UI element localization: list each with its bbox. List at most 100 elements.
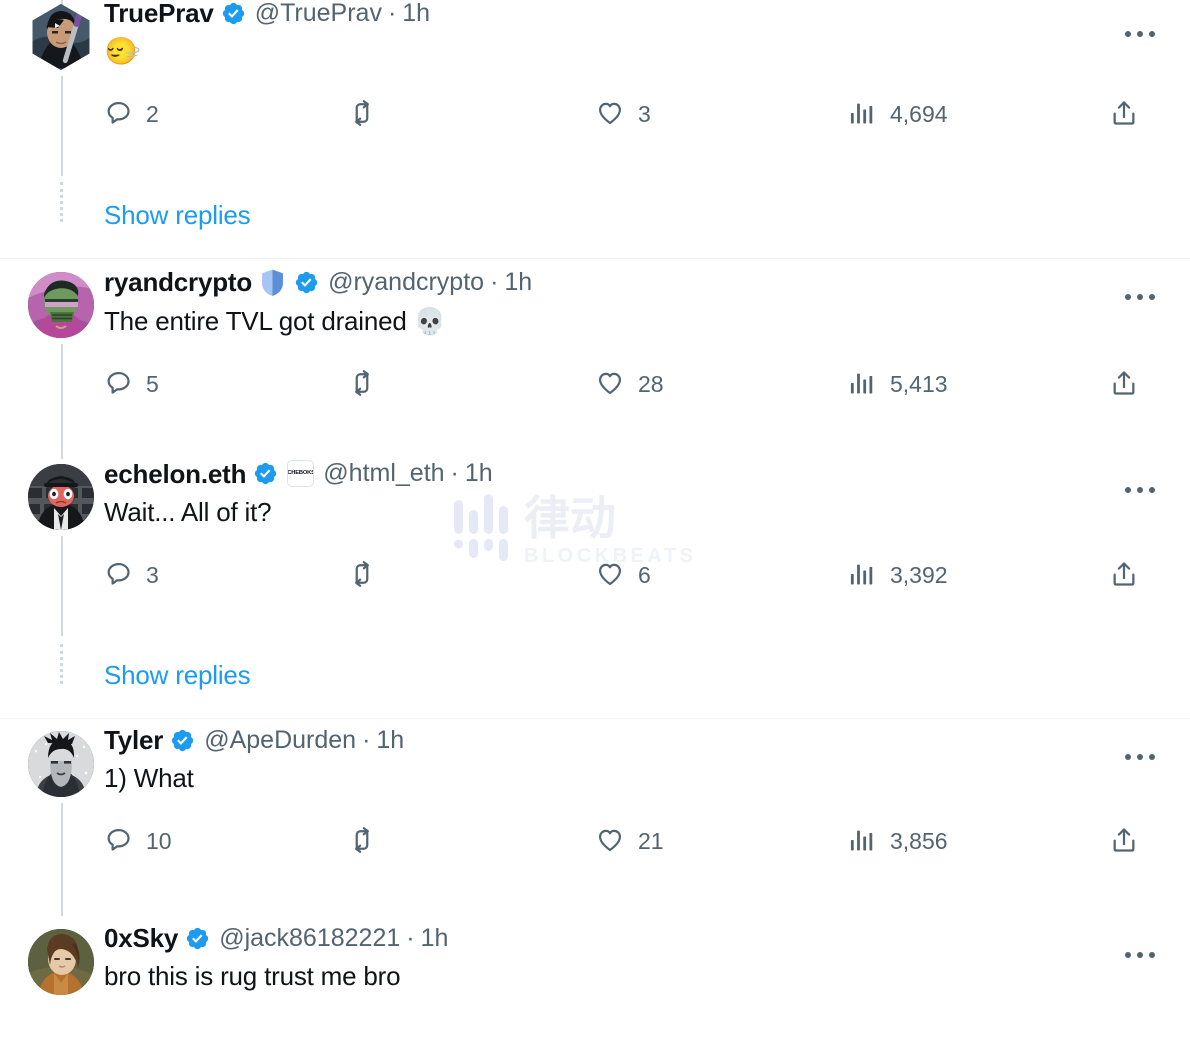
- timestamp[interactable]: 1h: [504, 269, 532, 295]
- tweet-actions: 10 21 3,856: [104, 817, 1135, 863]
- handle[interactable]: @ryandcrypto: [328, 269, 484, 295]
- tweet-ryandcrypto[interactable]: ryandcrypto @ryandcrypto · 1h The entire…: [0, 258, 1190, 459]
- display-name[interactable]: 0xSky: [104, 925, 178, 951]
- handle[interactable]: @TruePrav: [255, 0, 382, 26]
- show-replies-link[interactable]: Show replies: [104, 656, 251, 718]
- reply-icon: [104, 369, 132, 397]
- avatar[interactable]: [28, 929, 94, 995]
- timestamp[interactable]: 1h: [465, 461, 493, 486]
- ellipsis-icon: [1125, 754, 1155, 760]
- like-count: 3: [638, 100, 651, 127]
- like-count: 21: [638, 827, 664, 854]
- tweet-trueprav[interactable]: TruePrav @TruePrav · 1h 🙂‍↔️ 2: [0, 0, 1190, 222]
- display-name[interactable]: Tyler: [104, 727, 163, 753]
- share-button[interactable]: [1098, 99, 1138, 127]
- avatar[interactable]: [28, 464, 94, 530]
- share-button[interactable]: [1098, 369, 1138, 397]
- reply-icon: [104, 560, 132, 588]
- thread-gutter: [28, 719, 104, 916]
- verified-badge-icon: [185, 926, 210, 951]
- tweet-text: bro this is rug trust me bro: [104, 961, 401, 991]
- retweet-button[interactable]: [348, 560, 596, 588]
- avatar[interactable]: [28, 272, 94, 338]
- avatar[interactable]: [28, 731, 94, 797]
- header-separator-dot: ·: [362, 725, 371, 754]
- display-name[interactable]: ryandcrypto: [104, 269, 252, 295]
- thread-line-below: [61, 536, 63, 636]
- reply-button[interactable]: 10: [104, 826, 348, 854]
- like-heart-icon: [596, 826, 624, 854]
- timestamp[interactable]: 1h: [376, 727, 404, 753]
- thread-gutter: [28, 196, 104, 258]
- tweet-header: ryandcrypto @ryandcrypto · 1h: [104, 268, 1170, 296]
- share-upload-icon: [1110, 369, 1138, 397]
- share-button[interactable]: [1098, 826, 1138, 854]
- show-replies-link[interactable]: Show replies: [104, 196, 251, 258]
- like-button[interactable]: 28: [596, 369, 848, 397]
- affiliate-badge-text: CHEBOKS: [287, 469, 315, 476]
- tweet-0xsky[interactable]: 0xSky @jack86182221 · 1h bro this is rug…: [0, 915, 1190, 1025]
- tweet-text: Wait... All of it?: [104, 497, 272, 527]
- show-replies-row-trueprav[interactable]: Show replies: [0, 196, 1190, 258]
- reply-count: 5: [146, 370, 159, 397]
- like-button[interactable]: 21: [596, 826, 848, 854]
- handle[interactable]: @jack86182221: [219, 925, 400, 951]
- retweet-button[interactable]: [348, 826, 596, 854]
- display-name[interactable]: TruePrav: [104, 0, 214, 26]
- share-button[interactable]: [1098, 560, 1138, 588]
- tweet-body: echelon.eth CHEBOKS @html_eth · 1h Wait.…: [104, 458, 1170, 656]
- thread-feed: 律动 BLOCKBEATS: [0, 0, 1190, 1025]
- views-bar-chart-icon: [848, 826, 876, 854]
- more-options-button[interactable]: [1118, 737, 1162, 777]
- views-count: 3,392: [890, 561, 948, 588]
- tweet-body: ryandcrypto @ryandcrypto · 1h The entire…: [104, 259, 1170, 458]
- tweet-echelon-eth[interactable]: echelon.eth CHEBOKS @html_eth · 1h Wait.…: [0, 458, 1190, 684]
- reply-count: 3: [146, 561, 159, 588]
- tweet-body: Tyler @ApeDurden · 1h 1) What 10 21 3,85…: [104, 719, 1170, 915]
- retweet-button[interactable]: [348, 99, 596, 127]
- thread-line-below: [61, 76, 63, 176]
- views-count: 4,694: [890, 100, 948, 127]
- tweet-body: TruePrav @TruePrav · 1h 🙂‍↔️ 2: [104, 0, 1170, 196]
- views-count: 5,413: [890, 370, 948, 397]
- reply-button[interactable]: 2: [104, 99, 348, 127]
- reply-icon: [104, 826, 132, 854]
- views-button[interactable]: 3,392: [848, 560, 1098, 588]
- thread-line-below: [61, 344, 63, 459]
- verified-badge-icon: [221, 1, 246, 26]
- ellipsis-icon: [1125, 294, 1155, 300]
- reply-button[interactable]: 3: [104, 560, 348, 588]
- handle[interactable]: @html_eth: [323, 461, 444, 486]
- more-options-button[interactable]: [1118, 470, 1162, 510]
- like-button[interactable]: 3: [596, 99, 848, 127]
- more-options-button[interactable]: [1118, 277, 1162, 317]
- like-heart-icon: [596, 99, 624, 127]
- thread-gutter: [28, 915, 104, 1025]
- like-heart-icon: [596, 560, 624, 588]
- thread-gutter: [28, 259, 104, 459]
- display-name[interactable]: echelon.eth: [104, 461, 246, 487]
- timestamp[interactable]: 1h: [402, 0, 430, 26]
- avatar[interactable]: [32, 4, 90, 70]
- tweet-tyler[interactable]: Tyler @ApeDurden · 1h 1) What 10 21 3,85…: [0, 718, 1190, 916]
- thread-gutter: [28, 0, 104, 222]
- affiliate-badge-icon[interactable]: CHEBOKS: [287, 460, 315, 487]
- timestamp[interactable]: 1h: [421, 925, 449, 951]
- thread-gutter: [28, 656, 104, 718]
- more-options-button[interactable]: [1118, 14, 1162, 54]
- show-replies-row-echelon[interactable]: Show replies: [0, 656, 1190, 718]
- views-button[interactable]: 4,694: [848, 99, 1098, 127]
- views-bar-chart-icon: [848, 99, 876, 127]
- handle[interactable]: @ApeDurden: [204, 727, 356, 753]
- tweet-body: 0xSky @jack86182221 · 1h bro this is rug…: [104, 915, 1170, 1025]
- retweet-icon: [348, 99, 376, 127]
- more-options-button[interactable]: [1118, 935, 1162, 975]
- tweet-header: 0xSky @jack86182221 · 1h: [104, 925, 1170, 951]
- like-button[interactable]: 6: [596, 560, 848, 588]
- views-button[interactable]: 3,856: [848, 826, 1098, 854]
- tweet-actions: 5 28 5,413: [104, 360, 1135, 406]
- views-button[interactable]: 5,413: [848, 369, 1098, 397]
- reply-button[interactable]: 5: [104, 369, 348, 397]
- retweet-icon: [348, 369, 376, 397]
- retweet-button[interactable]: [348, 369, 596, 397]
